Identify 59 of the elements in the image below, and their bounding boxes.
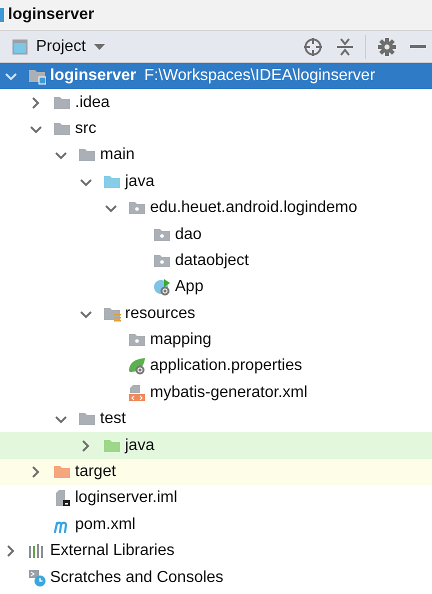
collapse-all-icon[interactable] [337,38,353,56]
item-label: App [175,277,204,298]
item-label: mybatis-generator.xml [150,382,308,403]
chevron-right-icon[interactable] [30,96,42,109]
item-label: pom.xml [75,514,136,535]
item-label: target [75,462,116,482]
tree-row[interactable]: dao [0,221,432,248]
item-label: mapping [150,330,212,350]
item-label: Scratches and Consoles [50,568,224,588]
locate-icon[interactable] [303,36,323,56]
tree-row[interactable]: java [0,432,432,459]
module-folder-icon [28,67,46,86]
item-label: dataobject [175,250,249,271]
chevron-right-icon[interactable] [80,440,92,452]
item-label: loginserver.iml [75,488,178,508]
module-file-icon [53,489,71,508]
view-dropdown[interactable]: Project [12,34,105,58]
xml-file-icon [128,384,146,402]
class-icon [153,278,171,296]
item-label: application.properties [150,356,302,376]
project-path: F:\Workspaces\IDEA\loginserver [144,66,376,86]
tree-row[interactable]: src [0,116,432,142]
item-label: java [125,436,154,456]
tree-row[interactable]: loginserver F:\Workspaces\IDEA\loginserver [0,63,432,90]
item-label: dao [175,224,202,245]
tree-row[interactable]: dataobject [0,248,432,274]
settings-icon[interactable] [378,38,396,56]
item-label: External Libraries [50,541,174,562]
tree-row[interactable]: edu.heuet.android.logindemo [0,194,432,222]
tree-row[interactable]: loginserver.iml [0,485,432,512]
libraries-icon [28,542,46,560]
tree-row[interactable]: application.properties [0,353,432,380]
caret-icon [94,44,105,50]
tree-row[interactable]: App [0,274,432,301]
tree-row[interactable]: resources [0,300,432,327]
tree-row[interactable]: pom.xml [0,512,432,538]
tree-row[interactable]: main [0,142,432,169]
tree-row[interactable]: mapping [0,326,432,354]
scratches-icon [28,568,46,587]
leaf-icon [128,357,146,376]
window-icon [12,38,28,54]
tree-row[interactable]: test [0,406,432,432]
window-title: loginserver [8,5,94,25]
chevron-right-icon[interactable] [30,466,42,478]
item-label: test [100,409,126,430]
item-label: java [125,172,154,192]
item-label: main [100,145,135,166]
item-label: loginserver [50,66,136,86]
tree-row[interactable]: java [0,168,432,195]
tree-row[interactable]: External Libraries [0,538,432,564]
item-label: src [75,118,96,139]
tree-row[interactable]: mybatis-generator.xml [0,380,432,406]
item-label: resources [125,304,196,324]
item-label: edu.heuet.android.logindemo [150,198,358,218]
chevron-right-icon[interactable] [5,545,17,558]
tree-row[interactable]: .idea [0,89,432,116]
tree-row[interactable]: target [0,458,432,486]
tree-row[interactable]: Scratches and Consoles [0,564,432,591]
item-label: .idea [75,92,110,113]
